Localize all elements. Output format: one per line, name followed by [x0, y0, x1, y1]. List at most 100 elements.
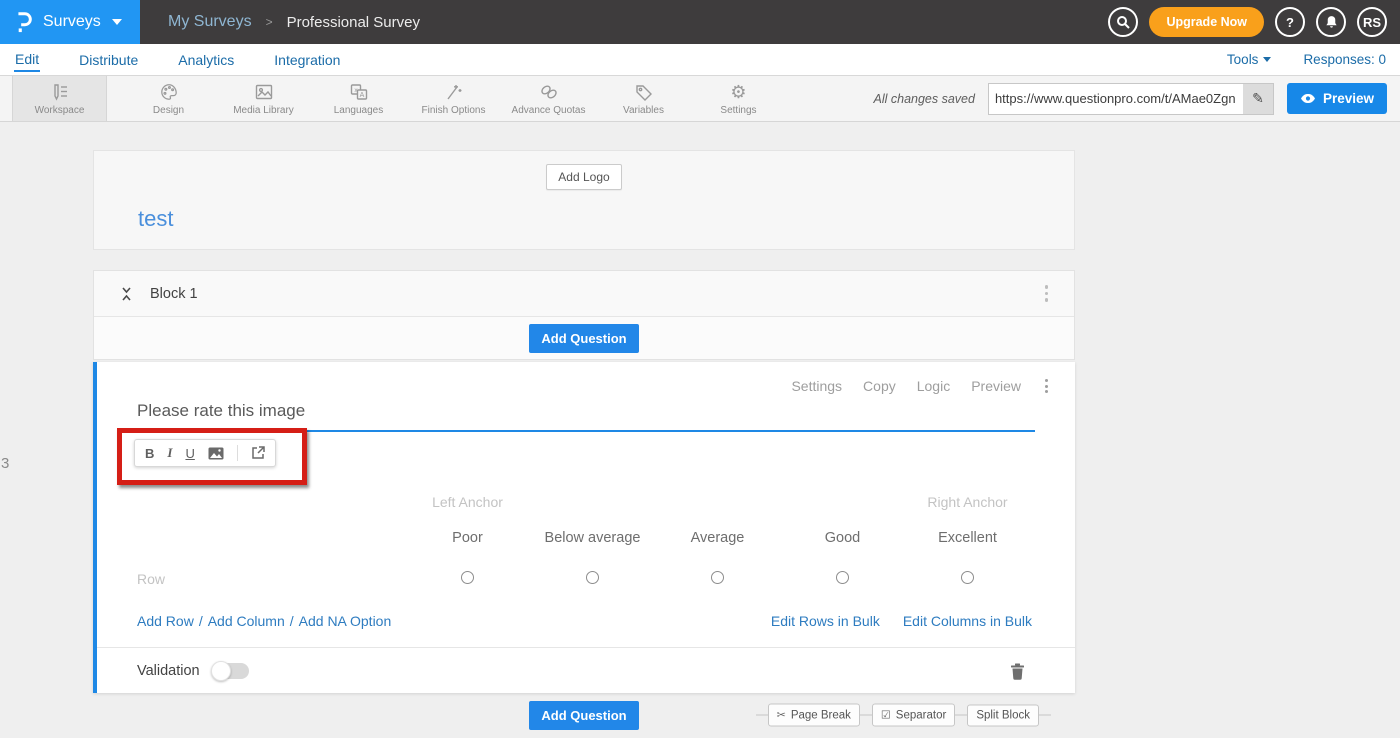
checkbox-icon: ☑ [881, 709, 891, 722]
block-menu-kebab-icon[interactable] [1045, 285, 1049, 302]
tab-integration[interactable]: Integration [273, 48, 341, 71]
toolbar-item-workspace[interactable]: Workspace [12, 76, 107, 121]
insert-image-button[interactable] [208, 447, 224, 460]
split-block-button[interactable]: Split Block [967, 704, 1039, 726]
separator-label: Separator [896, 709, 947, 721]
add-question-button-top[interactable]: Add Question [529, 324, 638, 353]
anchor-row: Left Anchor Right Anchor [137, 494, 1075, 512]
toolbar-item-variables[interactable]: Variables [596, 76, 691, 121]
block-header: Block 1 [94, 271, 1074, 317]
column-header[interactable]: Below average [545, 530, 641, 546]
survey-editor-screen: Surveys My Surveys > Professional Survey… [0, 0, 1400, 738]
add-na-option-link[interactable]: Add NA Option [299, 613, 392, 629]
notifications-button[interactable] [1316, 7, 1346, 37]
tools-label: Tools [1227, 52, 1259, 67]
link-separator: / [199, 613, 203, 629]
annotation-highlight-box: B I U [117, 428, 307, 485]
svg-text:A: A [359, 92, 364, 99]
survey-title[interactable]: test [138, 206, 1074, 232]
preview-label: Preview [1323, 91, 1374, 106]
search-icon [1116, 15, 1130, 29]
italic-button[interactable]: I [167, 445, 172, 461]
tab-distribute[interactable]: Distribute [78, 48, 139, 71]
page-break-button[interactable]: ✂ Page Break [768, 704, 860, 727]
bold-button[interactable]: B [145, 446, 154, 461]
radio-button[interactable] [586, 571, 599, 584]
edit-rows-bulk-link[interactable]: Edit Rows in Bulk [771, 613, 880, 629]
radio-button[interactable] [461, 571, 474, 584]
add-logo-button[interactable]: Add Logo [546, 164, 621, 190]
radio-button[interactable] [836, 571, 849, 584]
add-question-button-bottom[interactable]: Add Question [529, 701, 638, 730]
question-card: Settings Copy Logic Preview Please rate … [93, 362, 1075, 693]
toolbar-item-languages[interactable]: Ax Languages [311, 76, 406, 121]
question-title-text[interactable]: Please rate this image [137, 401, 1035, 421]
add-question-strip-bottom: Add Question ✂ Page Break ☑ Separator Sp… [93, 693, 1075, 737]
row-label-field[interactable]: Row [137, 571, 165, 587]
survey-url-field: ✎ [988, 83, 1274, 115]
bulk-links: Edit Rows in Bulk Edit Columns in Bulk [771, 613, 1032, 629]
column-header-row: Poor Below average Average Good Excellen… [137, 529, 1075, 547]
question-menu-kebab-icon[interactable] [1042, 379, 1051, 393]
toolbar-item-label: Design [153, 105, 184, 116]
open-external-editor-button[interactable] [251, 446, 265, 460]
question-copy-link[interactable]: Copy [863, 378, 896, 394]
question-settings-link[interactable]: Settings [791, 378, 842, 394]
bell-icon [1325, 15, 1338, 29]
breadcrumb-bar: My Surveys > Professional Survey Upgrade… [140, 0, 1400, 44]
avatar[interactable]: RS [1357, 7, 1387, 37]
separator-button[interactable]: ☑ Separator [872, 704, 955, 727]
toolbar-item-media-library[interactable]: Media Library [216, 76, 311, 121]
link-separator: / [290, 613, 294, 629]
column-header[interactable]: Poor [452, 530, 483, 546]
edit-url-button[interactable]: ✎ [1243, 84, 1273, 114]
edit-columns-bulk-link[interactable]: Edit Columns in Bulk [903, 613, 1032, 629]
toolbar-item-label: Settings [720, 105, 756, 116]
editor-content: 3 Add Logo test Block 1 Add Question Set… [0, 150, 1400, 738]
column-header[interactable]: Good [825, 530, 860, 546]
gear-icon: ⚙ [730, 82, 746, 102]
breadcrumb-my-surveys[interactable]: My Surveys [168, 13, 252, 31]
rating-matrix: Left Anchor Right Anchor Poor Below aver… [97, 494, 1075, 589]
add-column-link[interactable]: Add Column [208, 613, 285, 629]
add-row-link[interactable]: Add Row [137, 613, 194, 629]
upgrade-now-button[interactable]: Upgrade Now [1149, 7, 1264, 37]
toolbar-item-advance-quotas[interactable]: Advance Quotas [501, 76, 596, 121]
underline-button[interactable]: U [185, 446, 194, 461]
tab-edit[interactable]: Edit [14, 47, 40, 72]
question-logic-link[interactable]: Logic [917, 378, 950, 394]
eye-icon [1300, 93, 1316, 104]
left-anchor-field[interactable]: Left Anchor [432, 494, 503, 510]
top-header: Surveys My Surveys > Professional Survey… [0, 0, 1400, 44]
radio-button[interactable] [711, 571, 724, 584]
block-title[interactable]: Block 1 [150, 286, 198, 302]
validation-toggle[interactable] [213, 663, 249, 679]
toolbar-right: All changes saved ✎ Preview [874, 76, 1400, 121]
tab-analytics[interactable]: Analytics [177, 48, 235, 71]
delete-question-button[interactable] [1010, 662, 1025, 680]
question-links-row: Add Row / Add Column / Add NA Option Edi… [97, 613, 1075, 629]
responses-count[interactable]: Responses: 0 [1303, 52, 1386, 67]
column-header[interactable]: Excellent [938, 530, 997, 546]
survey-url-input[interactable] [989, 91, 1243, 106]
radio-button[interactable] [961, 571, 974, 584]
question-preview-link[interactable]: Preview [971, 378, 1021, 394]
chevron-down-icon [1263, 57, 1271, 62]
tools-menu[interactable]: Tools [1227, 52, 1272, 67]
column-header[interactable]: Average [691, 530, 745, 546]
preview-button[interactable]: Preview [1287, 83, 1387, 114]
toolbar-item-design[interactable]: Design [121, 76, 216, 121]
toolbar-divider [237, 445, 238, 461]
block-tools: ✂ Page Break ☑ Separator Split Block [756, 704, 1051, 727]
collapse-block-icon[interactable] [120, 286, 133, 302]
toolbar-item-settings[interactable]: ⚙ Settings [691, 76, 786, 121]
search-button[interactable] [1108, 7, 1138, 37]
right-anchor-field[interactable]: Right Anchor [927, 494, 1007, 510]
help-button[interactable]: ? [1275, 7, 1305, 37]
toolbar-item-finish-options[interactable]: Finish Options [406, 76, 501, 121]
product-menu[interactable]: Surveys [0, 0, 140, 44]
save-status: All changes saved [874, 92, 975, 106]
add-question-strip-top: Add Question [94, 317, 1074, 359]
questionpro-logo-icon [12, 10, 34, 34]
question-actions: Settings Copy Logic Preview [97, 362, 1075, 394]
